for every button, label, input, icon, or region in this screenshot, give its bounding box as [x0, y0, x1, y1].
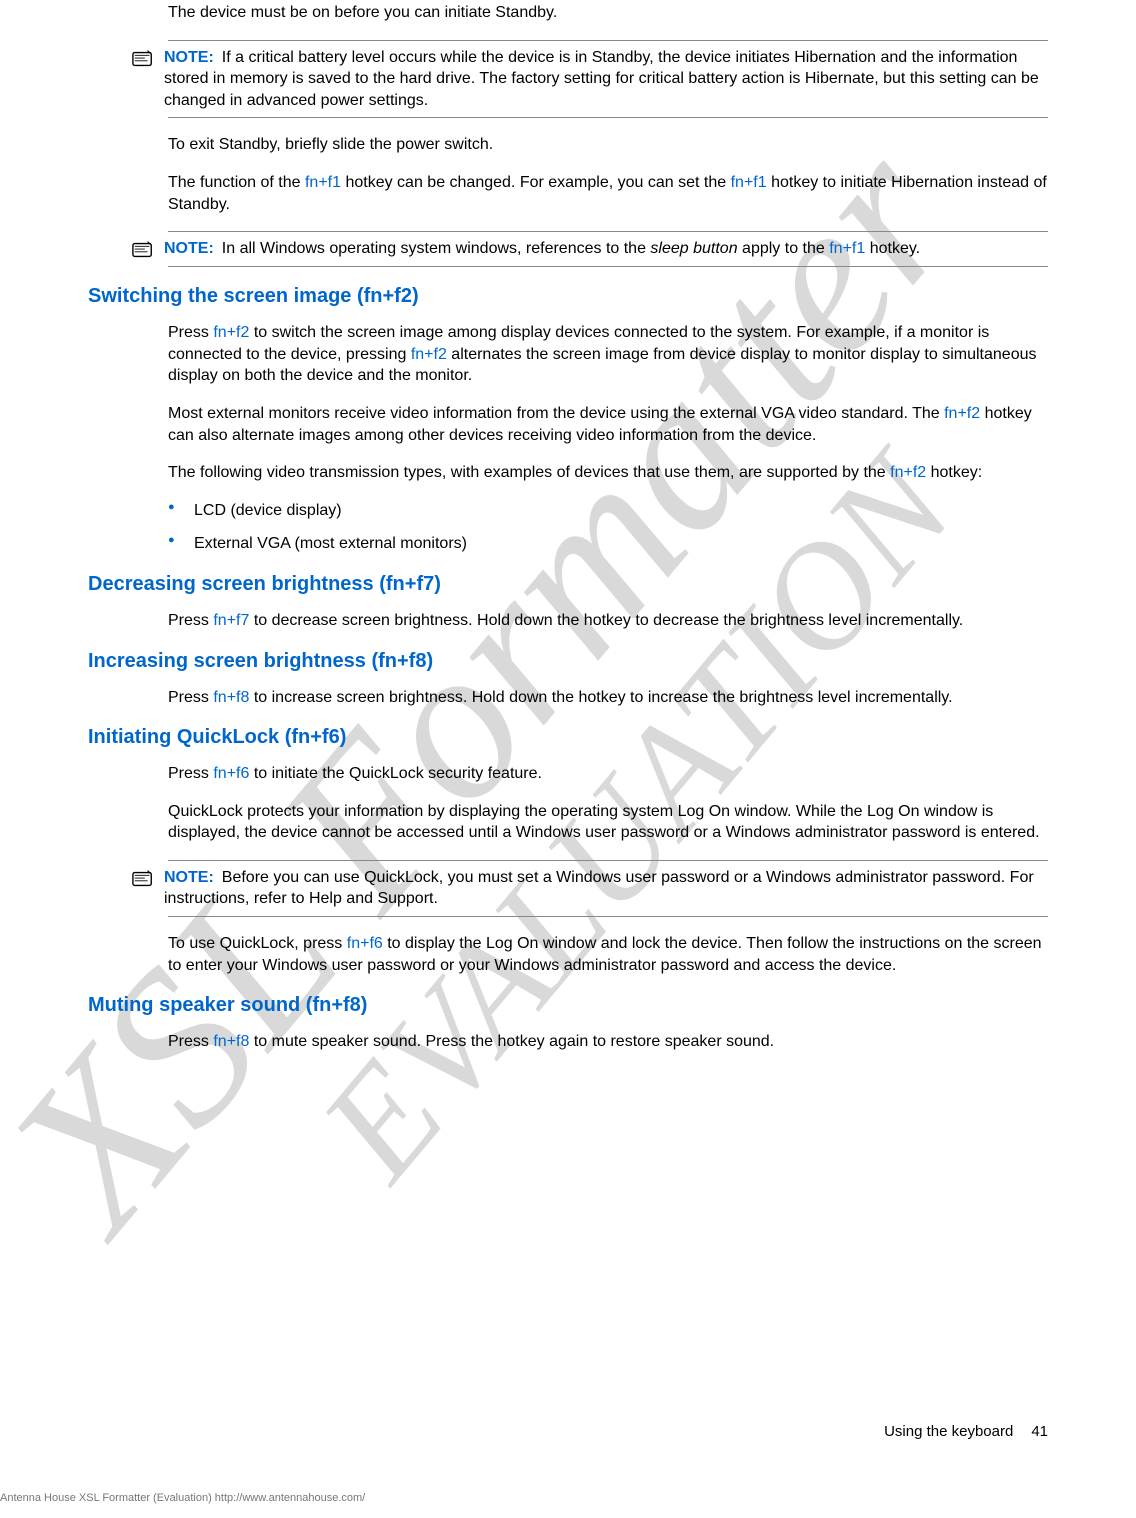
- heading-mute-speaker: Muting speaker sound (fn+f8): [88, 994, 1048, 1017]
- mute-body: Press fn+f8 to mute speaker sound. Press…: [168, 1031, 1048, 1053]
- switching-p3: The following video transmission types, …: [168, 462, 1048, 484]
- footer-right: Using the keyboard 41: [884, 1423, 1048, 1440]
- hotkey-fn-f6: fn+f6: [347, 935, 383, 952]
- quicklock-p2: QuickLock protects your information by d…: [168, 801, 1048, 844]
- heading-decrease-brightness: Decreasing screen brightness (fn+f7): [88, 573, 1048, 596]
- note-quicklock-body: Before you can use QuickLock, you must s…: [164, 869, 1034, 908]
- switching-p1: Press fn+f2 to switch the screen image a…: [168, 322, 1048, 387]
- mute-p: Press fn+f8 to mute speaker sound. Press…: [168, 1031, 1048, 1053]
- sleep-button-term: sleep button: [650, 240, 737, 257]
- standby-exit: To exit Standby, briefly slide the power…: [168, 134, 1048, 156]
- note-text: NOTE:If a critical battery level occurs …: [164, 47, 1048, 112]
- note-quicklock: NOTE:Before you can use QuickLock, you m…: [168, 860, 1048, 917]
- dec-bright-body: Press fn+f7 to decrease screen brightnes…: [168, 610, 1048, 632]
- hotkey-fn-f8: fn+f8: [213, 1033, 249, 1050]
- page-body: The device must be on before you can ini…: [0, 0, 1136, 1053]
- inc-bright-body: Press fn+f8 to increase screen brightnes…: [168, 687, 1048, 709]
- video-types-list: LCD (device display) External VGA (most …: [168, 500, 1048, 555]
- hotkey-fn-f1: fn+f1: [731, 174, 767, 191]
- hotkey-fn-f2: fn+f2: [890, 464, 926, 481]
- note-icon: [132, 49, 154, 69]
- intro-p1: The device must be on before you can ini…: [168, 2, 1048, 24]
- note-label: NOTE:: [164, 240, 214, 257]
- standby-func: The function of the fn+f1 hotkey can be …: [168, 172, 1048, 215]
- note-text: NOTE:In all Windows operating system win…: [164, 238, 1048, 260]
- quicklock-p1: Press fn+f6 to initiate the QuickLock se…: [168, 763, 1048, 785]
- hotkey-fn-f1: fn+f1: [829, 240, 865, 257]
- note-text: NOTE:Before you can use QuickLock, you m…: [164, 867, 1048, 910]
- heading-quicklock: Initiating QuickLock (fn+f6): [88, 726, 1048, 749]
- note-icon: [132, 869, 154, 889]
- dec-bright-p: Press fn+f7 to decrease screen brightnes…: [168, 610, 1048, 632]
- hotkey-fn-f2: fn+f2: [944, 405, 980, 422]
- list-item: External VGA (most external monitors): [168, 533, 1048, 555]
- list-item: LCD (device display): [168, 500, 1048, 522]
- hotkey-fn-f2: fn+f2: [411, 346, 447, 363]
- note-label: NOTE:: [164, 869, 214, 886]
- footer-left: Antenna House XSL Formatter (Evaluation)…: [0, 1492, 365, 1504]
- switching-p2: Most external monitors receive video inf…: [168, 403, 1048, 446]
- hotkey-fn-f6: fn+f6: [213, 765, 249, 782]
- hotkey-fn-f8: fn+f8: [213, 689, 249, 706]
- note-label: NOTE:: [164, 49, 214, 66]
- intro-block: The device must be on before you can ini…: [168, 2, 1048, 267]
- note-sleep-button: NOTE:In all Windows operating system win…: [168, 231, 1048, 267]
- inc-bright-p: Press fn+f8 to increase screen brightnes…: [168, 687, 1048, 709]
- note-standby-battery: NOTE:If a critical battery level occurs …: [168, 40, 1048, 119]
- footer-section-label: Using the keyboard: [884, 1423, 1013, 1440]
- hotkey-fn-f1: fn+f1: [305, 174, 341, 191]
- heading-switching-screen: Switching the screen image (fn+f2): [88, 285, 1048, 308]
- note1-body: If a critical battery level occurs while…: [164, 49, 1039, 109]
- hotkey-fn-f2: fn+f2: [213, 324, 249, 341]
- note-icon: [132, 240, 154, 260]
- quicklock-body: Press fn+f6 to initiate the QuickLock se…: [168, 763, 1048, 976]
- switching-body: Press fn+f2 to switch the screen image a…: [168, 322, 1048, 555]
- heading-increase-brightness: Increasing screen brightness (fn+f8): [88, 650, 1048, 673]
- page-number: 41: [1031, 1423, 1048, 1440]
- quicklock-p3: To use QuickLock, press fn+f6 to display…: [168, 933, 1048, 976]
- hotkey-fn-f7: fn+f7: [213, 612, 249, 629]
